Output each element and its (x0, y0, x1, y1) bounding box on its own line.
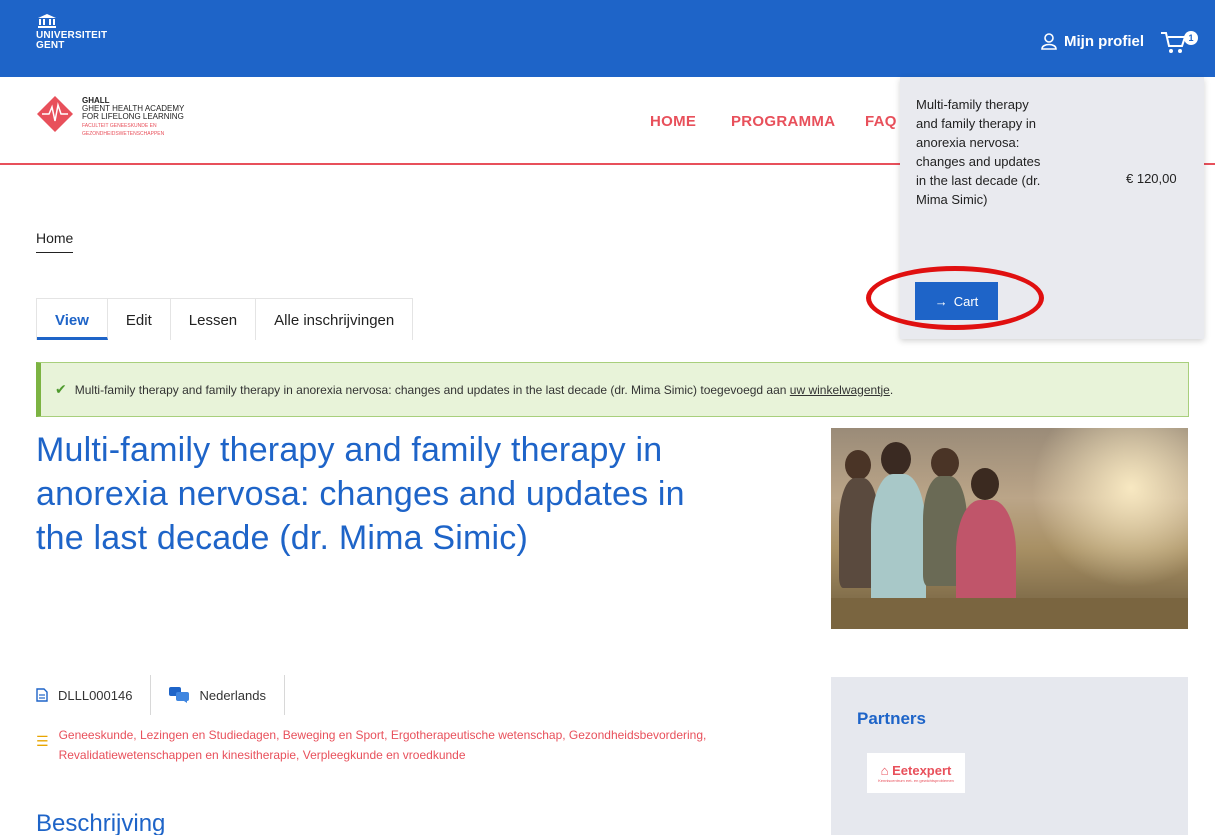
eetexpert-logo-sub: Kenniscentrum eet- en gewichtsproblemen (878, 778, 954, 783)
chat-bubbles-icon (169, 687, 190, 703)
cart-link[interactable]: uw winkelwagentje (790, 383, 890, 397)
course-language-text: Nederlands (199, 687, 266, 703)
ugent-logo[interactable]: UNIVERSITEIT GENT (36, 14, 107, 51)
course-tag-list[interactable]: Geneeskunde, Lezingen en Studiedagen, Be… (59, 725, 816, 765)
filter-icon: ☰ (36, 733, 49, 749)
checkmark-icon: ✔ (55, 381, 67, 397)
status-suffix: . (889, 382, 894, 397)
tab-lessen[interactable]: Lessen (171, 299, 257, 340)
ghall-logo-text: GHALL GHENT HEALTH ACADEMY FOR LIFELONG … (82, 97, 184, 138)
university-building-icon (38, 14, 56, 28)
tab-view[interactable]: View (37, 299, 108, 340)
eetexpert-logo-text: Eetexpert (892, 763, 952, 778)
page-title: Multi-family therapy and family therapy … (36, 431, 685, 557)
partners-panel: Partners ⌂ Eetexpert Kenniscentrum eet- … (831, 677, 1188, 835)
go-to-cart-label: Cart (953, 293, 979, 309)
cart-item-title: Multi-family therapy and family therapy … (916, 97, 1041, 207)
nav-home[interactable]: HOME (650, 113, 696, 130)
course-language: Nederlands (169, 675, 285, 715)
course-code-text: DLLL000146 (58, 687, 133, 703)
ghall-logo[interactable]: GHALL GHENT HEALTH ACADEMY FOR LIFELONG … (36, 95, 184, 137)
tab-edit[interactable]: Edit (108, 299, 171, 340)
ghall-logo-sub1: FACULTEIT GENEESKUNDE EN (82, 123, 157, 129)
tabs: View Edit Lessen Alle inschrijvingen (36, 298, 414, 340)
hero-image (831, 428, 1188, 629)
nav-faq[interactable]: FAQ (865, 113, 897, 130)
ghall-logo-sub2: GEZONDHEIDSWETENSCHAPPEN (82, 131, 165, 137)
status-text: Multi-family therapy and family therapy … (75, 383, 893, 397)
eetexpert-logo-name: ⌂ Eetexpert (880, 763, 952, 778)
course-code: DLLL000146 (36, 675, 152, 715)
document-icon (36, 688, 48, 702)
ugent-logo-line2: GENT (36, 40, 65, 51)
top-bar: UNIVERSITEIT GENT Mijn profiel 1 (0, 0, 1215, 77)
cart-popup: Multi-family therapy and family therapy … (900, 77, 1204, 339)
status-message-text: Multi-family therapy and family therapy … (74, 382, 790, 397)
cart-item-price: € 120,00 (1126, 171, 1177, 186)
ghall-logo-line3: FOR LIFELONG LEARNING (82, 112, 184, 121)
cart-count-badge: 1 (1184, 31, 1198, 45)
profile-label: Mijn profiel (1064, 32, 1144, 50)
go-to-cart-button[interactable]: → Cart (915, 282, 998, 320)
course-tags: ☰ Geneeskunde, Lezingen en Studiedagen, … (36, 725, 816, 765)
tab-alle-inschrijvingen[interactable]: Alle inschrijvingen (256, 299, 412, 340)
course-meta: DLLL000146 Nederlands (36, 675, 303, 715)
breadcrumb-home[interactable]: Home (36, 230, 74, 253)
arrow-right-icon: → (934, 293, 948, 309)
section-heading-beschrijving: Beschrijving (36, 810, 166, 835)
user-icon (1041, 33, 1057, 50)
nav-programma[interactable]: PROGRAMMA (731, 113, 835, 130)
profile-link[interactable]: Mijn profiel (1040, 32, 1144, 50)
eetexpert-logo[interactable]: ⌂ Eetexpert Kenniscentrum eet- en gewich… (867, 753, 965, 793)
status-message: ✔ Multi-family therapy and family therap… (36, 362, 1189, 417)
partners-heading: Partners (857, 709, 926, 728)
ghall-diamond-icon (37, 96, 73, 132)
